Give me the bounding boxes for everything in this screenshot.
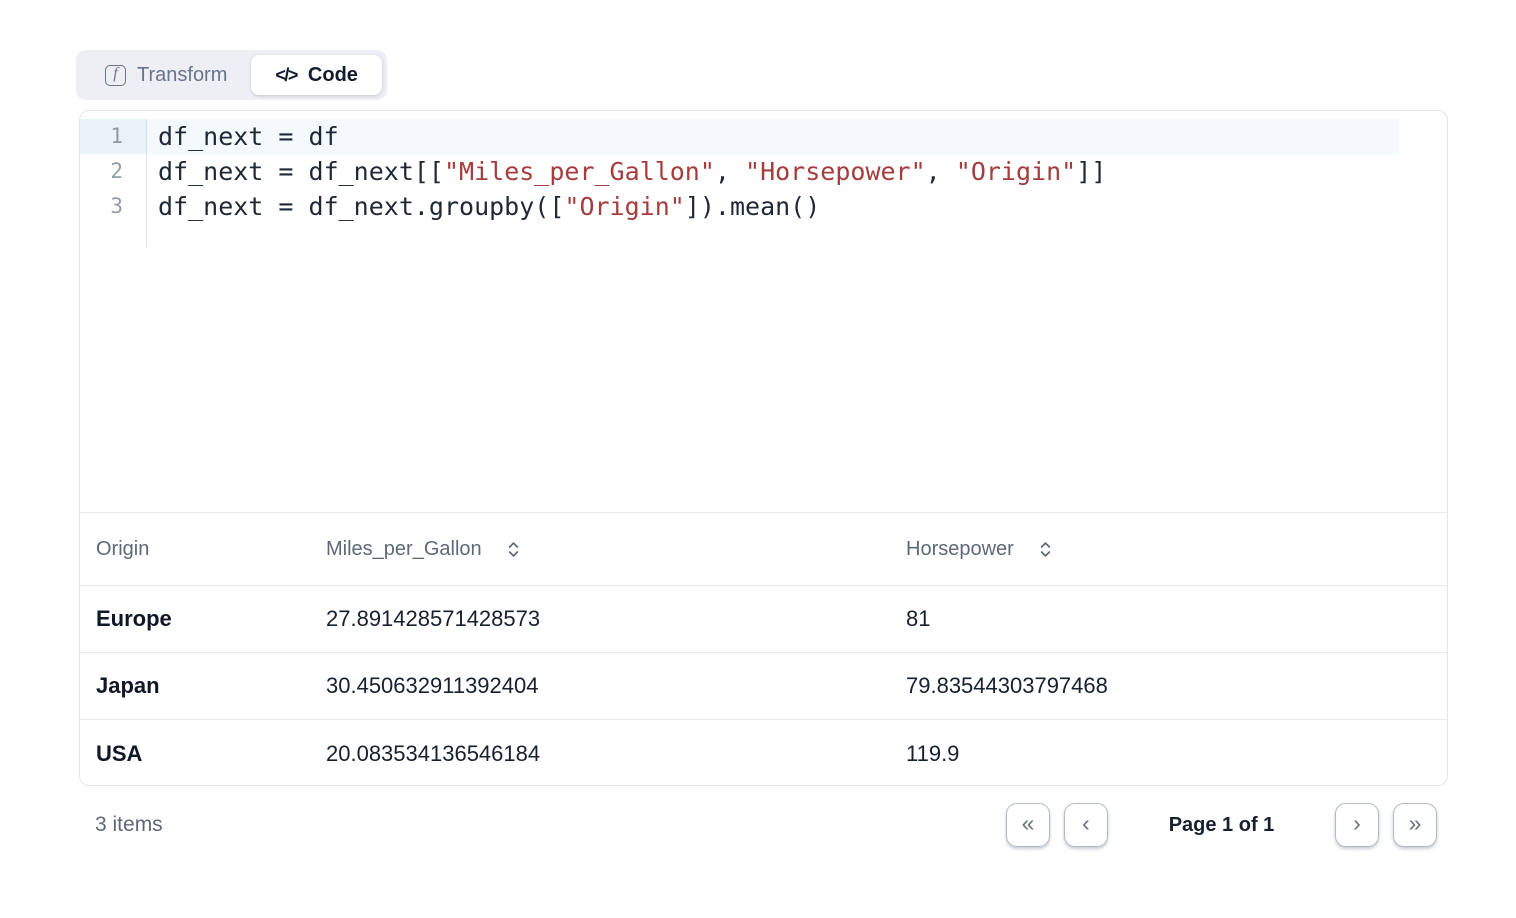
first-page-button[interactable]: « (1006, 803, 1050, 847)
cell-origin: USA (80, 741, 310, 767)
code-token: , (715, 157, 745, 186)
string-token: "Horsepower" (745, 157, 926, 186)
string-token: "Miles_per_Gallon" (444, 157, 715, 186)
chevron-left-icon: ‹ (1082, 812, 1090, 835)
string-token: "Origin" (956, 157, 1076, 186)
column-header-label: Miles_per_Gallon (326, 538, 482, 561)
double-chevron-right-icon: » (1409, 812, 1422, 835)
gutter-divider (146, 119, 147, 247)
table-header-row: Origin Miles_per_Gallon Horsepower (80, 513, 1447, 586)
sort-chevrons-icon[interactable] (506, 539, 521, 560)
column-header-horsepower[interactable]: Horsepower (890, 538, 1447, 561)
prev-page-button[interactable]: ‹ (1064, 803, 1108, 847)
code-line[interactable]: 1 df_next = df (80, 119, 1399, 154)
next-page-button[interactable]: › (1335, 803, 1379, 847)
column-header-origin: Origin (80, 538, 310, 561)
cell-origin: Japan (80, 673, 310, 699)
code-line[interactable]: 3 df_next = df_next.groupby(["Origin"]).… (80, 189, 1399, 224)
app-window: f Transform </> Code 1 df_next = df 2 df… (0, 0, 1516, 918)
page-indicator: Page 1 of 1 (1108, 814, 1335, 837)
code-token: df_next = df (158, 122, 339, 151)
cell-miles-per-gallon: 27.891428571428573 (310, 606, 890, 632)
line-number: 3 (80, 189, 146, 224)
pagination: « ‹ Page 1 of 1 › » (1006, 803, 1437, 847)
cell-origin: Europe (80, 606, 310, 632)
line-number: 2 (80, 154, 146, 189)
tab-transform-label: Transform (137, 64, 227, 87)
code-token: df_next = df_next.groupby([ (158, 192, 564, 221)
last-page-button[interactable]: » (1393, 803, 1437, 847)
code-line-text: df_next = df_next[["Miles_per_Gallon", "… (146, 154, 1106, 189)
code-editor[interactable]: 1 df_next = df 2 df_next = df_next[["Mil… (80, 111, 1447, 513)
code-token: ]] (1076, 157, 1106, 186)
function-icon: f (105, 65, 126, 86)
table-row: USA 20.083534136546184 119.9 (80, 720, 1447, 786)
string-token: "Origin" (564, 192, 684, 221)
column-header-label: Horsepower (906, 538, 1014, 561)
view-mode-tabs: f Transform </> Code (76, 50, 387, 100)
tab-transform[interactable]: f Transform (81, 55, 251, 95)
code-brackets-icon: </> (275, 66, 297, 84)
double-chevron-left-icon: « (1022, 812, 1035, 835)
column-header-miles-per-gallon[interactable]: Miles_per_Gallon (310, 538, 890, 561)
column-header-label: Origin (96, 538, 149, 561)
items-count: 3 items (95, 813, 163, 837)
code-token: df_next = df_next[[ (158, 157, 444, 186)
cell-miles-per-gallon: 30.450632911392404 (310, 673, 890, 699)
cell-miles-per-gallon: 20.083534136546184 (310, 741, 890, 767)
cell-horsepower: 79.83544303797468 (890, 673, 1447, 699)
chevron-right-icon: › (1353, 812, 1361, 835)
table-row: Europe 27.891428571428573 81 (80, 586, 1447, 653)
table-row: Japan 30.450632911392404 79.835443037974… (80, 653, 1447, 720)
code-line-text: df_next = df (146, 119, 339, 154)
tab-code-label: Code (308, 64, 358, 87)
code-line[interactable]: 2 df_next = df_next[["Miles_per_Gallon",… (80, 154, 1399, 189)
table-footer: 3 items « ‹ Page 1 of 1 › » (79, 803, 1448, 847)
cell-horsepower: 119.9 (890, 741, 1447, 767)
code-line-text: df_next = df_next.groupby(["Origin"]).me… (146, 189, 820, 224)
code-token: ]).mean() (685, 192, 820, 221)
line-number: 1 (80, 119, 146, 154)
code-token: , (926, 157, 956, 186)
cell-horsepower: 81 (890, 606, 1447, 632)
code-and-table-panel: 1 df_next = df 2 df_next = df_next[["Mil… (79, 110, 1448, 786)
sort-chevrons-icon[interactable] (1038, 539, 1053, 560)
tab-code[interactable]: </> Code (251, 55, 382, 95)
